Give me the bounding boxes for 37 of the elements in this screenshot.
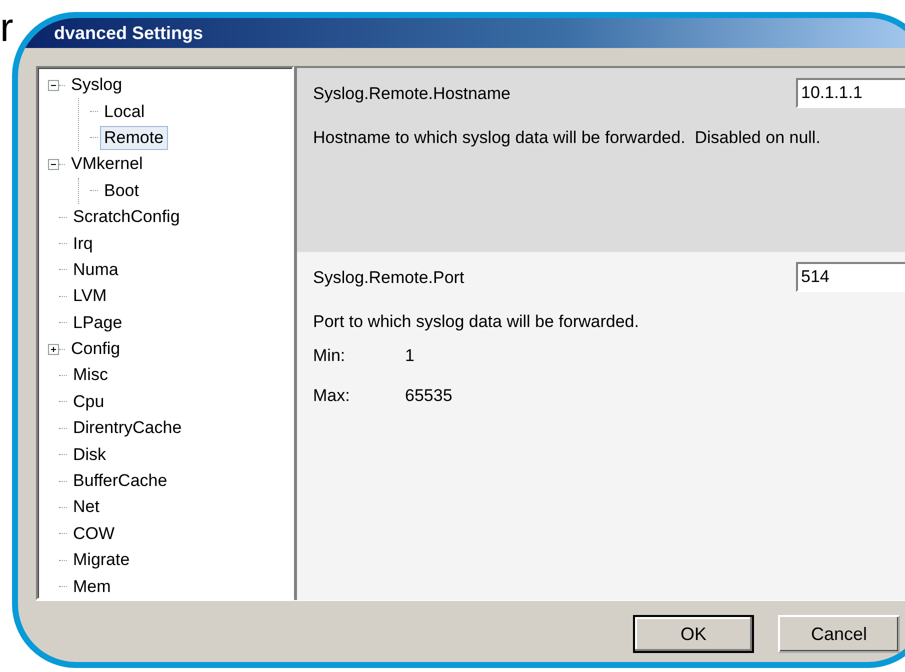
tree-item[interactable]: Local [100, 100, 149, 124]
tree-item[interactable]: BufferCache [69, 469, 172, 494]
setting-name: Syslog.Remote.Hostname [313, 84, 510, 104]
tree-item[interactable]: Syslog [67, 73, 126, 98]
tree-item[interactable]: Remote [100, 126, 168, 150]
setting-description: Hostname to which syslog data will be forwarded. Disabled on null. [313, 128, 822, 148]
tree-item[interactable]: Config [67, 337, 124, 362]
tree-item[interactable]: Misc [69, 363, 112, 388]
cancel-button[interactable]: Cancel [778, 615, 900, 653]
collapse-icon[interactable] [48, 158, 59, 170]
tree-item[interactable]: Cpu [69, 390, 108, 414]
tree-item[interactable]: Boot [100, 178, 143, 203]
tree-item[interactable]: LVM [69, 284, 111, 308]
tree-item[interactable]: Mem [69, 574, 115, 598]
tree-item[interactable]: Numa [69, 258, 122, 282]
setting-description: Port to which syslog data will be forwarded. [313, 312, 640, 332]
tree-item[interactable]: Migrate [69, 548, 134, 572]
tree-item[interactable]: DirentryCache [69, 416, 186, 440]
max-value: 65535 [405, 386, 452, 406]
setting-name: Syslog.Remote.Port [313, 268, 464, 288]
tree-item[interactable]: Disk [69, 442, 110, 467]
ok-button[interactable]: OK [633, 615, 754, 653]
corner-text: r [0, 8, 14, 48]
window-title: dvanced Settings [54, 22, 204, 44]
tree-item[interactable]: LPage [69, 310, 126, 335]
expand-icon[interactable] [48, 344, 59, 355]
input-field[interactable]: 514 [796, 262, 905, 292]
tree-item[interactable]: Irq [69, 232, 97, 256]
tree-item[interactable]: Net [69, 495, 104, 520]
tree-item[interactable]: ScratchConfig [69, 205, 184, 230]
collapse-icon[interactable] [48, 80, 59, 91]
input-field[interactable]: 10.1.1.1 [796, 78, 905, 108]
max-label: Max: [313, 386, 351, 406]
tree-item[interactable]: COW [69, 522, 119, 546]
min-label: Min: [313, 346, 346, 366]
min-value: 1 [405, 346, 414, 366]
tree-item[interactable]: VMkernel [67, 152, 147, 176]
